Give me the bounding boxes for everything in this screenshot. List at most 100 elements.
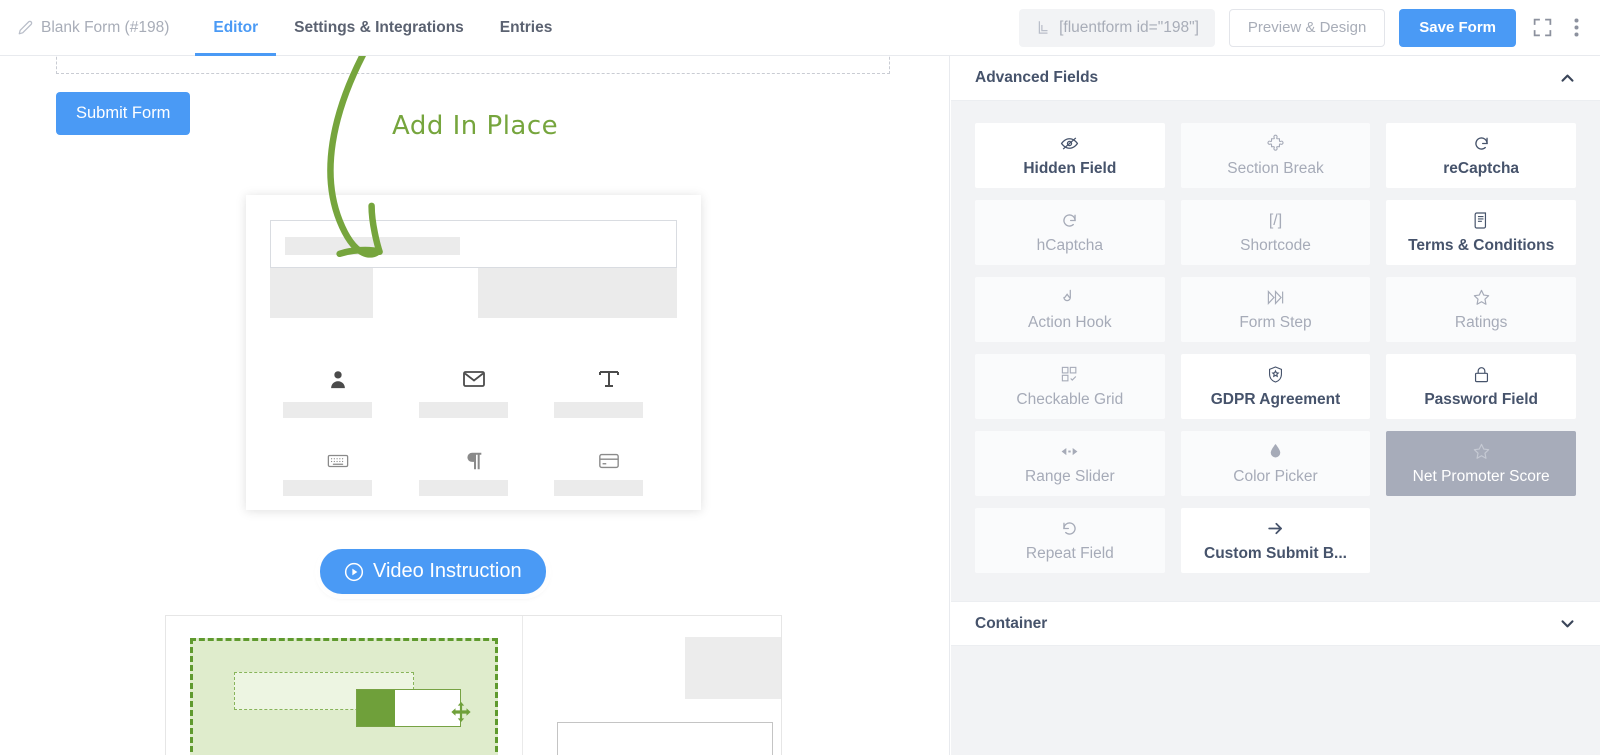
save-form-button[interactable]: Save Form	[1399, 8, 1516, 47]
star-outline-icon	[1472, 288, 1491, 308]
main-nav-tabs: Editor Settings & Integrations Entries	[195, 0, 570, 56]
illustration-columns	[270, 268, 677, 318]
arrow-right-icon	[1266, 519, 1285, 539]
tab-settings-integrations[interactable]: Settings & Integrations	[276, 0, 482, 56]
left-right-arrow-icon	[1060, 442, 1079, 462]
field-card-section-break[interactable]: Section Break	[1180, 123, 1371, 188]
field-card-custom-submit-button[interactable]: Custom Submit B...	[1180, 508, 1371, 573]
code-brackets-icon: [/]	[1268, 211, 1283, 229]
field-drop-zone[interactable]	[56, 56, 890, 74]
field-card-action-hook[interactable]: Action Hook	[975, 277, 1165, 342]
shortcode-display[interactable]: [fluentform id="198"]	[1019, 8, 1215, 47]
refresh-arc-icon	[1060, 211, 1079, 231]
section-title-advanced-fields: Advanced Fields	[975, 69, 1099, 86]
shortcode-text: [fluentform id="198"]	[1059, 18, 1199, 36]
illustration-field-row-2	[270, 450, 677, 496]
pencil-icon	[18, 20, 33, 35]
field-card-label: Hidden Field	[1023, 159, 1117, 177]
field-card-hcaptcha[interactable]: hCaptcha	[975, 200, 1165, 265]
field-card-label: Password Field	[1424, 390, 1539, 408]
form-title[interactable]: Blank Form (#198)	[18, 19, 169, 37]
field-card-label: Custom Submit B...	[1204, 544, 1347, 562]
preview-design-button[interactable]: Preview & Design	[1228, 8, 1386, 47]
field-card-label: Shortcode	[1240, 236, 1311, 254]
field-card-label: Form Step	[1239, 313, 1312, 331]
canvas-submit-form-label: Submit Form	[76, 104, 171, 122]
field-card-shortcode[interactable]: [/] Shortcode	[1180, 200, 1371, 265]
field-card-label: Action Hook	[1028, 313, 1112, 331]
toolbar-actions: [fluentform id="198"] Preview & Design S…	[1019, 8, 1584, 47]
illustration-right-column	[522, 616, 781, 755]
refresh-arc-icon	[1472, 134, 1491, 154]
field-card-form-step[interactable]: Form Step	[1180, 277, 1371, 342]
eye-slash-icon	[1060, 134, 1079, 154]
field-card-password-field[interactable]: Password Field	[1386, 354, 1576, 419]
tab-entries[interactable]: Entries	[482, 0, 571, 56]
illustration-dragdrop-preview: +	[165, 615, 782, 755]
section-header-container[interactable]: Container	[951, 601, 1600, 646]
tab-editor[interactable]: Editor	[195, 0, 276, 56]
tab-entries-label: Entries	[499, 18, 553, 36]
move-arrows-icon	[450, 701, 472, 723]
user-icon	[327, 366, 349, 392]
field-card-label: Range Slider	[1025, 467, 1115, 485]
save-form-label: Save Form	[1419, 19, 1496, 36]
field-card-terms-conditions[interactable]: Terms & Conditions	[1386, 200, 1576, 265]
video-instruction-label: Video Instruction	[373, 560, 522, 582]
shortcode-bracket-icon	[1035, 20, 1050, 35]
field-card-checkable-grid[interactable]: Checkable Grid	[975, 354, 1165, 419]
section-body-advanced-fields: Hidden Field Section Break reCaptcha hCa…	[951, 101, 1600, 601]
more-vertical-dots-icon[interactable]	[1568, 15, 1584, 41]
section-header-advanced-fields[interactable]: Advanced Fields	[951, 56, 1600, 101]
chevron-up-icon[interactable]	[1559, 70, 1576, 87]
field-card-label: Checkable Grid	[1016, 390, 1124, 408]
field-card-label: Repeat Field	[1025, 544, 1114, 562]
droplet-icon	[1266, 442, 1285, 462]
field-card-label: Color Picker	[1233, 467, 1318, 485]
add-in-place-annotation: Add In Place	[392, 111, 559, 141]
chevron-down-icon[interactable]	[1559, 615, 1576, 632]
field-card-label: Net Promoter Score	[1412, 467, 1550, 485]
advanced-fields-grid: Hidden Field Section Break reCaptcha hCa…	[975, 123, 1576, 573]
field-card-placeholder	[1386, 508, 1576, 573]
preview-design-label: Preview & Design	[1247, 19, 1367, 36]
keyboard-icon	[327, 450, 349, 472]
envelope-icon	[462, 366, 486, 392]
shield-star-icon	[1266, 365, 1285, 385]
grid-check-icon	[1060, 365, 1079, 385]
fullscreen-expand-icon[interactable]	[1530, 15, 1554, 41]
field-card-repeat-field[interactable]: Repeat Field	[975, 508, 1165, 573]
field-card-label: Terms & Conditions	[1408, 236, 1555, 254]
puzzle-piece-icon	[1266, 134, 1285, 154]
section-title-container: Container	[975, 614, 1048, 632]
field-card-label: Section Break	[1227, 159, 1324, 177]
refresh-arc-icon	[1060, 519, 1079, 539]
field-card-ratings[interactable]: Ratings	[1386, 277, 1576, 342]
illustration-field-row-1	[270, 366, 677, 418]
tab-settings-label: Settings & Integrations	[294, 18, 464, 36]
video-instruction-button[interactable]: Video Instruction	[320, 549, 546, 594]
field-card-label: Ratings	[1454, 313, 1508, 331]
fields-sidebar[interactable]: Advanced Fields Hidden Field Section Bre…	[951, 56, 1600, 755]
canvas-submit-form-button[interactable]: Submit Form	[56, 92, 191, 135]
field-card-label: hCaptcha	[1036, 236, 1103, 254]
field-card-net-promoter-score[interactable]: Net Promoter Score	[1386, 431, 1576, 496]
star-outline-icon	[1472, 442, 1491, 462]
field-card-label: reCaptcha	[1443, 159, 1520, 177]
text-format-icon	[597, 366, 621, 392]
paragraph-pilcrow-icon	[463, 450, 485, 472]
hook-icon	[1060, 288, 1079, 308]
top-toolbar: Blank Form (#198) Editor Settings & Inte…	[0, 0, 1600, 56]
credit-card-icon	[598, 450, 620, 472]
field-card-recaptcha[interactable]: reCaptcha	[1386, 123, 1576, 188]
form-editor-canvas[interactable]: Submit Form Add In Place Video Instructi…	[0, 56, 950, 755]
document-list-icon	[1472, 211, 1491, 231]
field-card-color-picker[interactable]: Color Picker	[1180, 431, 1371, 496]
field-card-range-slider[interactable]: Range Slider	[975, 431, 1165, 496]
field-card-label: GDPR Agreement	[1210, 390, 1341, 408]
illustration-header-box	[270, 220, 677, 268]
illustration-form-preview	[246, 195, 701, 510]
play-circle-icon	[344, 562, 364, 582]
field-card-gdpr-agreement[interactable]: GDPR Agreement	[1180, 354, 1371, 419]
field-card-hidden-field[interactable]: Hidden Field	[975, 123, 1165, 188]
